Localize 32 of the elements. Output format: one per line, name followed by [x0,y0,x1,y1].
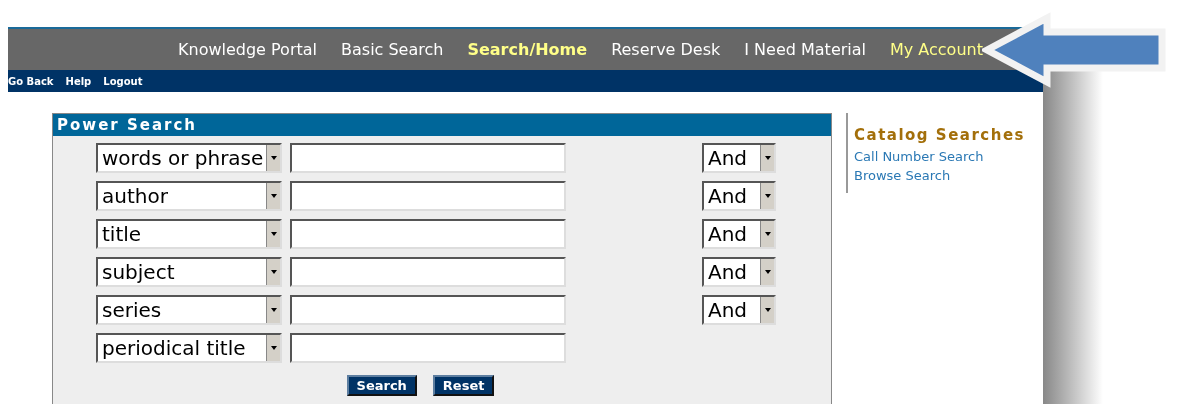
search-input[interactable] [290,143,566,173]
search-input[interactable] [290,295,566,325]
operator-select[interactable]: And [702,219,776,249]
nav-link[interactable]: I Need Material [744,37,866,62]
search-input[interactable] [290,219,566,249]
sidebar-title: Catalog Searches [854,125,1025,146]
panel-title: Power Search [57,114,197,136]
form-button[interactable]: Reset [432,375,495,396]
nav-link[interactable]: Search/Home [467,37,588,62]
sidebar-link[interactable]: Call Number Search [854,146,1025,166]
nav-link[interactable]: Reserve Desk [611,37,721,62]
nav-link[interactable]: Go Back [8,73,54,89]
operator-select[interactable]: And [702,295,776,325]
field-select[interactable]: series [96,295,282,325]
search-input[interactable] [290,333,566,363]
search-input[interactable] [290,181,566,211]
nav-link[interactable]: Logout [103,73,143,89]
operator-select[interactable]: And [702,143,776,173]
field-select[interactable]: author [96,181,282,211]
operator-select[interactable]: And [702,257,776,287]
nav-link[interactable]: My Account [890,37,983,62]
nav-link[interactable]: Knowledge Portal [178,37,317,62]
operator-select[interactable]: And [702,181,776,211]
field-select[interactable]: title [96,219,282,249]
form-button[interactable]: Search [346,375,417,396]
nav-link[interactable]: Basic Search [341,37,444,62]
search-input[interactable] [290,257,566,287]
field-select[interactable]: subject [96,257,282,287]
field-select[interactable]: periodical title [96,333,282,363]
nav-link[interactable]: Help [65,73,92,89]
sidebar-link[interactable]: Browse Search [854,165,1025,185]
field-select[interactable]: words or phrase [96,143,282,173]
